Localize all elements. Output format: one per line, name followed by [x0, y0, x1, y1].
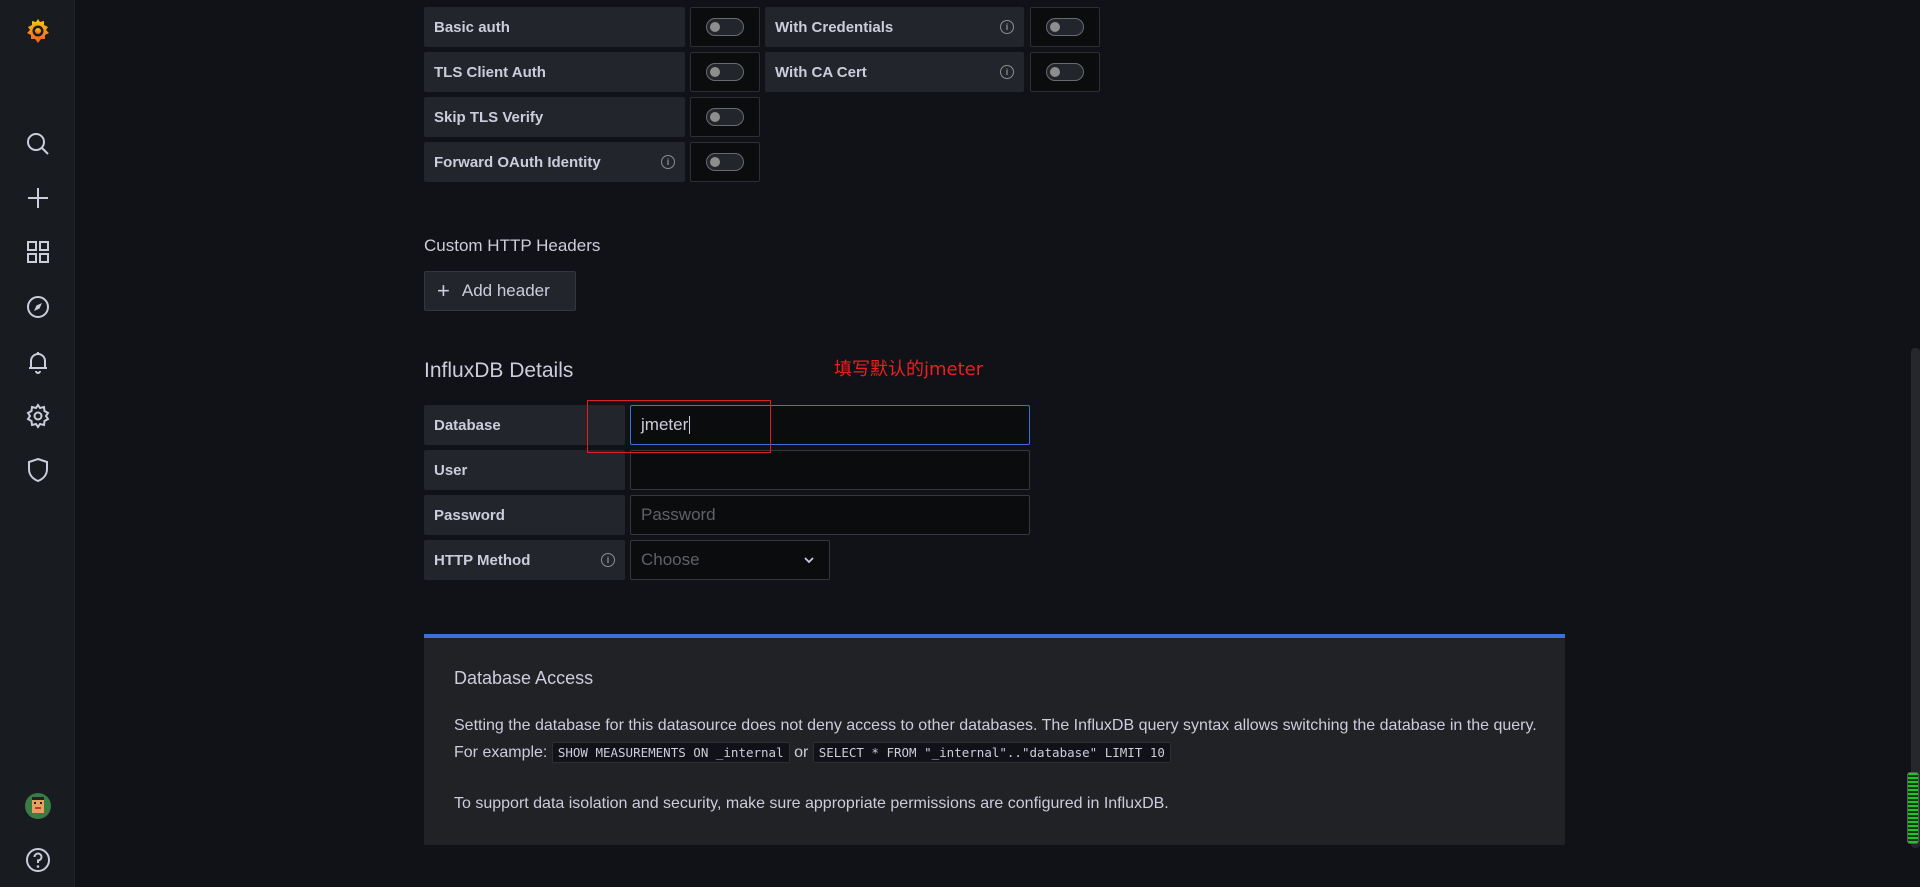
- influxdb-details-title: InfluxDB Details: [424, 359, 574, 382]
- with-credentials-switch-box: [1030, 7, 1100, 47]
- grafana-logo-icon[interactable]: [19, 12, 57, 50]
- skip-tls-verify-switch-box: [690, 97, 760, 137]
- info-icon[interactable]: i: [1000, 20, 1014, 34]
- or-text: or: [794, 744, 809, 761]
- with-credentials-toggle[interactable]: [1046, 18, 1084, 36]
- search-icon[interactable]: [19, 125, 57, 163]
- code-snippet-select-query: SELECT * FROM "_internal".."database" LI…: [812, 742, 1171, 763]
- annotation-text: 填写默认的jmeter: [834, 359, 984, 380]
- skip-tls-verify-toggle[interactable]: [706, 108, 744, 126]
- database-access-paragraph: Setting the database for this datasource…: [454, 712, 1544, 766]
- plus-icon[interactable]: [19, 179, 57, 217]
- database-label-text: Database: [434, 416, 501, 434]
- add-header-button[interactable]: + Add header: [424, 271, 576, 311]
- user-label-text: User: [434, 461, 468, 479]
- permissions-paragraph: To support data isolation and security, …: [454, 795, 1169, 812]
- level-meter-widget: [1907, 772, 1919, 844]
- database-access-info-panel: Database Access Setting the database for…: [424, 634, 1565, 845]
- basic-auth-switch-box: [690, 7, 760, 47]
- http-method-placeholder: Choose: [641, 550, 700, 569]
- skip-tls-verify-label: Skip TLS Verify: [424, 97, 685, 137]
- forward-oauth-switch-box: [690, 142, 760, 182]
- tls-client-auth-text: TLS Client Auth: [434, 63, 546, 81]
- forward-oauth-text: Forward OAuth Identity: [434, 153, 601, 171]
- alerting-bell-icon[interactable]: [19, 343, 57, 381]
- basic-auth-label: Basic auth: [424, 7, 685, 47]
- sidebar: [0, 0, 75, 887]
- user-avatar[interactable]: [19, 787, 57, 825]
- custom-headers-title: Custom HTTP Headers: [424, 236, 601, 255]
- annotation-highlight-box: [587, 400, 771, 453]
- info-icon[interactable]: i: [1000, 65, 1014, 79]
- basic-auth-text: Basic auth: [434, 18, 510, 36]
- with-ca-cert-switch-box: [1030, 52, 1100, 92]
- forward-oauth-toggle[interactable]: [706, 153, 744, 171]
- code-snippet-show-measurements: SHOW MEASUREMENTS ON _internal: [551, 742, 790, 763]
- info-icon[interactable]: i: [601, 553, 615, 567]
- configuration-gear-icon[interactable]: [19, 397, 57, 435]
- password-label: Password: [424, 495, 625, 535]
- password-label-text: Password: [434, 506, 505, 524]
- info-icon[interactable]: i: [661, 155, 675, 169]
- basic-auth-toggle[interactable]: [706, 18, 744, 36]
- http-method-label: HTTP Method i: [424, 540, 625, 580]
- explore-icon[interactable]: [19, 288, 57, 326]
- with-credentials-text: With Credentials: [775, 18, 894, 36]
- user-input[interactable]: [630, 450, 1030, 490]
- password-placeholder: Password: [641, 505, 716, 524]
- database-access-title: Database Access: [454, 668, 594, 688]
- with-ca-cert-toggle[interactable]: [1046, 63, 1084, 81]
- tls-client-auth-label: TLS Client Auth: [424, 52, 685, 92]
- with-ca-cert-text: With CA Cert: [775, 63, 867, 81]
- forward-oauth-label: Forward OAuth Identity i: [424, 142, 685, 182]
- user-label: User: [424, 450, 625, 490]
- skip-tls-verify-text: Skip TLS Verify: [434, 108, 544, 126]
- chevron-down-icon: [804, 557, 814, 564]
- http-method-label-text: HTTP Method: [434, 551, 531, 569]
- dashboards-icon[interactable]: [19, 233, 57, 271]
- tls-client-auth-switch-box: [690, 52, 760, 92]
- tls-client-auth-toggle[interactable]: [706, 63, 744, 81]
- add-header-label: Add header: [461, 281, 550, 300]
- plus-icon: +: [437, 278, 450, 303]
- password-input[interactable]: Password: [630, 495, 1030, 535]
- with-credentials-label: With Credentials i: [765, 7, 1024, 47]
- server-admin-shield-icon[interactable]: [19, 451, 57, 489]
- help-icon[interactable]: [19, 841, 57, 879]
- http-method-select[interactable]: Choose: [630, 540, 830, 580]
- with-ca-cert-label: With CA Cert i: [765, 52, 1024, 92]
